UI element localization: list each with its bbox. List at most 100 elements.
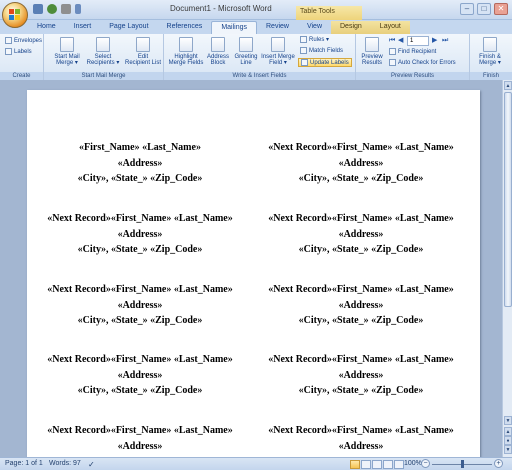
tab-review[interactable]: Review xyxy=(257,21,298,34)
finish-merge-button[interactable]: Finish & Merge ▾ xyxy=(474,37,506,66)
match-fields-icon xyxy=(300,47,307,54)
document-page[interactable]: «First_Name» «Last_Name» «Address» «City… xyxy=(27,90,480,457)
window-title: Document1 - Microsoft Word xyxy=(170,4,272,13)
select-recipients-button[interactable]: Select Recipients ▾ xyxy=(84,37,122,66)
page-count[interactable]: Page: 1 of 1 xyxy=(5,460,43,467)
draft-icon[interactable] xyxy=(394,460,404,469)
labels-button[interactable]: Labels xyxy=(5,48,32,55)
insert-field-icon xyxy=(271,37,285,52)
record-number-input[interactable]: 1 xyxy=(407,36,429,46)
group-preview-results: Preview Results ⏮ ◀ 1 ▶ ⏭ Find Recipient … xyxy=(356,34,470,80)
tab-design[interactable]: Design xyxy=(331,21,371,34)
office-button-icon[interactable] xyxy=(2,2,28,28)
auto-check-icon xyxy=(389,59,396,66)
label-cell[interactable]: «Next Record»«First_Name» «Last_Name» «A… xyxy=(261,211,461,258)
envelope-icon xyxy=(5,37,12,44)
group-create: Envelopes Labels Create xyxy=(0,34,44,80)
preview-results-button[interactable]: Preview Results xyxy=(358,37,386,66)
label-cell[interactable]: «Next Record»«First_Name» «Last_Name» «A… xyxy=(40,352,240,399)
preview-icon xyxy=(365,37,379,52)
first-record-icon[interactable]: ⏮ xyxy=(389,37,396,45)
scroll-down-icon[interactable]: ▼ xyxy=(504,416,512,425)
label-cell[interactable]: «Next Record»«First_Name» «Last_Name» «A… xyxy=(261,352,461,399)
scroll-up-icon[interactable]: ▲ xyxy=(504,81,512,90)
title-bar: Document1 - Microsoft Word Table Tools –… xyxy=(0,0,512,20)
find-icon xyxy=(389,48,396,55)
rules-button[interactable]: Rules ▾ xyxy=(300,36,329,43)
label-cell[interactable]: «Next Record»«First_Name» «Last_Name» «A… xyxy=(261,423,461,454)
label-cell[interactable]: «First_Name» «Last_Name» «Address» «City… xyxy=(40,140,240,187)
full-screen-reading-icon[interactable] xyxy=(361,460,371,469)
zoom-in-icon[interactable]: + xyxy=(494,459,503,468)
maximize-icon[interactable]: □ xyxy=(477,3,491,15)
label-cell[interactable]: «Next Record»«First_Name» «Last_Name» «A… xyxy=(40,423,240,454)
print-layout-icon[interactable] xyxy=(350,460,360,469)
next-record-icon[interactable]: ▶ xyxy=(432,37,439,45)
minimize-icon[interactable]: – xyxy=(460,3,474,15)
envelopes-button[interactable]: Envelopes xyxy=(5,37,42,44)
start-mail-merge-button[interactable]: Start Mail Merge ▾ xyxy=(50,37,84,66)
proofing-icon[interactable]: ✓ xyxy=(88,460,95,469)
auto-check-errors-button[interactable]: Auto Check for Errors xyxy=(389,59,456,66)
next-page-icon[interactable]: ▼ xyxy=(504,445,512,454)
address-block-button[interactable]: Address Block xyxy=(204,37,232,66)
address-block-icon xyxy=(211,37,225,52)
zoom-out-icon[interactable]: − xyxy=(421,459,430,468)
status-bar: Page: 1 of 1 Words: 97 ✓ 100% − + xyxy=(0,457,512,470)
group-label: Finish xyxy=(470,72,512,80)
label-cell[interactable]: «Next Record»«First_Name» «Last_Name» «A… xyxy=(40,282,240,329)
table-tools-context-label: Table Tools xyxy=(296,6,362,20)
group-label: Write & Insert Fields xyxy=(164,72,355,80)
update-labels-button[interactable]: Update Labels xyxy=(298,58,352,67)
redo-icon[interactable] xyxy=(61,4,71,14)
view-buttons xyxy=(350,460,404,469)
browse-object-icon[interactable]: ● xyxy=(504,436,512,445)
label-cell[interactable]: «Next Record»«First_Name» «Last_Name» «A… xyxy=(261,282,461,329)
tab-insert[interactable]: Insert xyxy=(65,21,101,34)
word-count[interactable]: Words: 97 xyxy=(49,460,81,467)
web-layout-icon[interactable] xyxy=(372,460,382,469)
last-record-icon[interactable]: ⏭ xyxy=(442,37,449,45)
label-cell[interactable]: «Next Record»«First_Name» «Last_Name» «A… xyxy=(261,140,461,187)
recipients-icon xyxy=(96,37,110,52)
group-finish: Finish & Merge ▾ Finish xyxy=(470,34,512,80)
ribbon-tab-bar: Home Insert Page Layout References Maili… xyxy=(0,20,512,34)
tab-references[interactable]: References xyxy=(158,21,212,34)
zoom-level[interactable]: 100% xyxy=(404,460,422,467)
tab-view[interactable]: View xyxy=(298,21,331,34)
save-icon[interactable] xyxy=(33,4,43,14)
highlight-merge-fields-button[interactable]: Highlight Merge Fields xyxy=(168,37,204,66)
qat-customize-icon[interactable] xyxy=(75,4,81,14)
greeting-line-button[interactable]: Greeting Line xyxy=(232,37,260,66)
undo-icon[interactable] xyxy=(47,4,57,14)
previous-page-icon[interactable]: ▲ xyxy=(504,427,512,436)
document-area[interactable]: «First_Name» «Last_Name» «Address» «City… xyxy=(0,80,502,457)
previous-record-icon[interactable]: ◀ xyxy=(398,37,405,45)
label-cell[interactable]: «Next Record»«First_Name» «Last_Name» «A… xyxy=(40,211,240,258)
labels-icon xyxy=(5,48,12,55)
match-fields-button[interactable]: Match Fields xyxy=(300,47,343,54)
insert-merge-field-button[interactable]: Insert Merge Field ▾ xyxy=(260,37,296,66)
scroll-thumb[interactable] xyxy=(504,92,512,307)
group-write-insert-fields: Highlight Merge Fields Address Block Greet… xyxy=(164,34,356,80)
quick-access-toolbar xyxy=(33,4,81,14)
document-icon xyxy=(60,37,74,52)
window-controls: – □ ✕ xyxy=(460,3,508,15)
finish-merge-icon xyxy=(483,37,497,52)
group-start-mail-merge: Start Mail Merge ▾ Select Recipients ▾ Edi… xyxy=(44,34,164,80)
tab-mailings[interactable]: Mailings xyxy=(211,21,257,34)
zoom-slider-thumb[interactable] xyxy=(461,460,464,468)
tab-page-layout[interactable]: Page Layout xyxy=(100,21,157,34)
group-label: Create xyxy=(0,72,43,80)
tab-layout[interactable]: Layout xyxy=(370,21,410,34)
edit-recipient-list-button[interactable]: Edit Recipient List xyxy=(122,37,164,66)
close-icon[interactable]: ✕ xyxy=(494,3,508,15)
highlight-icon xyxy=(179,37,193,52)
tab-home[interactable]: Home xyxy=(28,21,65,34)
greeting-line-icon xyxy=(239,37,253,52)
rules-icon xyxy=(300,36,307,43)
find-recipient-button[interactable]: Find Recipient xyxy=(389,48,436,55)
outline-icon[interactable] xyxy=(383,460,393,469)
group-label: Preview Results xyxy=(356,72,469,80)
vertical-scrollbar[interactable]: ▲ ▼ ▲ ● ▼ xyxy=(502,80,512,457)
